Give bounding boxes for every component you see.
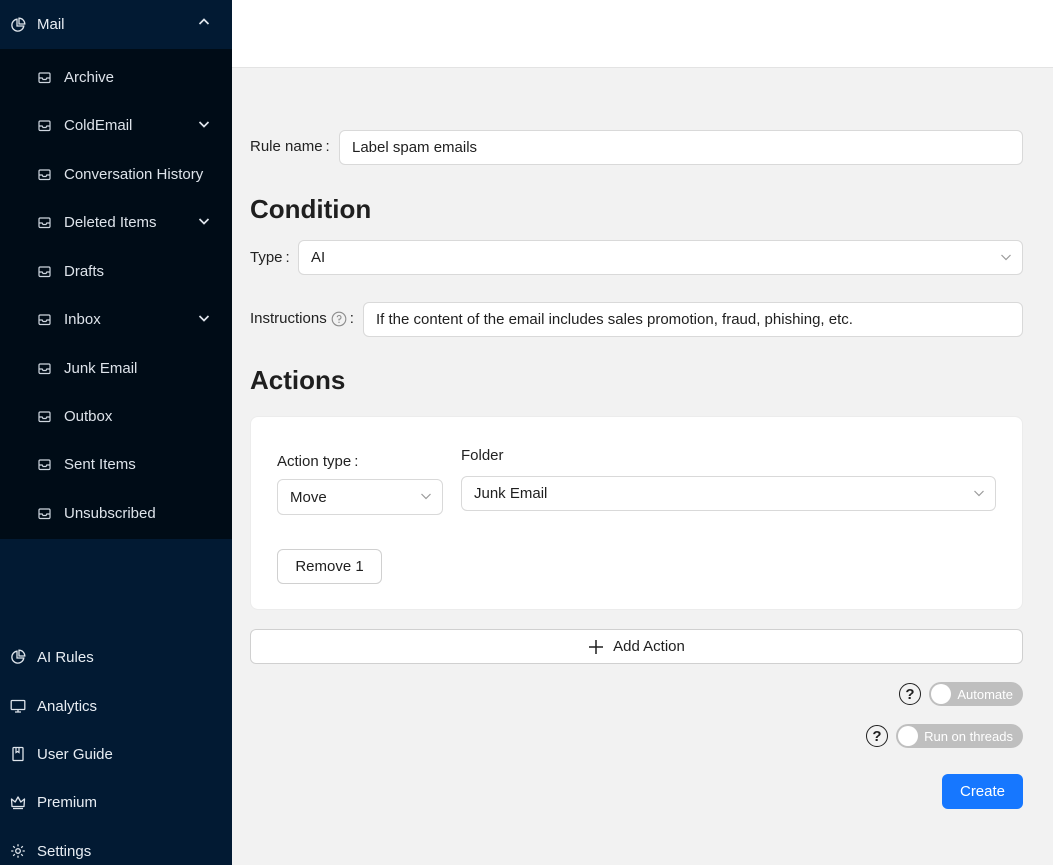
sidebar-item-archive[interactable]: Archive [0, 57, 232, 97]
sidebar-item-unsubscribed[interactable]: Unsubscribed [0, 493, 232, 533]
sidebar-item-sent-items[interactable]: Sent Items [0, 444, 232, 484]
rule-form: Rule name: Label spam emails Condition T… [232, 68, 1053, 865]
toggle-knob [898, 726, 918, 746]
sidebar-item-label: Drafts [64, 262, 105, 280]
book-icon [10, 746, 26, 762]
top-bar [232, 0, 1053, 68]
sidebar-item-user-guide[interactable]: User Guide [0, 734, 232, 774]
sidebar-item-label: Analytics [37, 697, 98, 715]
pie-chart-icon [10, 17, 26, 33]
create-button[interactable]: Create [942, 774, 1023, 809]
sidebar-item-label: User Guide [37, 745, 113, 763]
mail-folder-list: Archive ColdEmail Conversation History D… [0, 49, 232, 539]
inbox-icon [38, 362, 51, 375]
inbox-icon [38, 410, 51, 423]
sidebar-item-label: AI Rules [37, 648, 94, 666]
pie-chart-icon [10, 649, 26, 665]
sidebar-item-analytics[interactable]: Analytics [0, 686, 232, 726]
add-action-label: Add Action [613, 638, 685, 655]
actions-heading: Actions [250, 365, 346, 395]
sidebar-item-coldemail[interactable]: ColdEmail [0, 105, 232, 145]
sidebar-item-drafts[interactable]: Drafts [0, 251, 232, 291]
folder-select-value: Junk Email [474, 485, 548, 502]
instructions-value: If the content of the email includes sal… [376, 311, 853, 328]
instructions-input[interactable]: If the content of the email includes sal… [363, 302, 1023, 337]
add-action-button[interactable]: Add Action [250, 629, 1023, 664]
inbox-icon [38, 168, 51, 181]
chevron-down-icon [420, 491, 432, 501]
sidebar-item-label: ColdEmail [64, 116, 133, 134]
instructions-label: Instructions : [250, 310, 354, 327]
inbox-icon [38, 216, 51, 229]
automate-label: Automate [957, 687, 1013, 702]
action-type-value: Move [290, 488, 327, 506]
sidebar-item-conversation-history[interactable]: Conversation History [0, 154, 232, 194]
sidebar-item-label: Inbox [64, 310, 101, 328]
chevron-down-icon [1000, 252, 1012, 262]
sidebar-item-settings[interactable]: Settings [0, 831, 232, 865]
sidebar-item-label: Deleted Items [64, 213, 157, 231]
run-on-threads-help-icon[interactable]: ? [866, 725, 888, 747]
rule-name-value: Label spam emails [352, 139, 478, 156]
inbox-icon [38, 313, 51, 326]
sidebar-item-junk-email[interactable]: Junk Email [0, 348, 232, 388]
inbox-icon [38, 71, 51, 84]
sidebar-item-label: Outbox [64, 407, 113, 425]
automate-help-icon[interactable]: ? [899, 683, 921, 705]
folder-select[interactable]: Junk Email [461, 476, 996, 511]
sidebar: Mail Archive ColdEmail Conversation Hist… [0, 0, 232, 865]
question-circle-icon[interactable] [331, 311, 347, 327]
action-card: Action type: Move Folder Junk Email Remo… [250, 416, 1023, 610]
sidebar-item-label: Archive [64, 68, 115, 86]
sidebar-item-label: Sent Items [64, 455, 136, 473]
inbox-icon [38, 507, 51, 520]
action-type-label: Action type: [277, 453, 359, 470]
chevron-down-icon [198, 313, 210, 323]
sidebar-item-premium[interactable]: Premium [0, 782, 232, 822]
condition-heading: Condition [250, 194, 372, 224]
sidebar-item-label: Mail [37, 16, 65, 33]
sidebar-item-label: Unsubscribed [64, 504, 156, 522]
sidebar-item-mail[interactable]: Mail [0, 0, 232, 49]
desktop-icon [10, 698, 26, 714]
sidebar-item-label: Premium [37, 793, 98, 811]
type-label: Type: [250, 249, 290, 266]
chevron-down-icon [973, 488, 985, 498]
run-on-threads-label: Run on threads [924, 729, 1013, 744]
chevron-down-icon [198, 216, 210, 226]
sidebar-item-label: Settings [37, 842, 92, 860]
inbox-icon [38, 119, 51, 132]
run-on-threads-toggle[interactable]: Run on threads [896, 724, 1023, 748]
type-select[interactable]: AI [298, 240, 1023, 275]
sidebar-item-inbox[interactable]: Inbox [0, 299, 232, 339]
inbox-icon [38, 265, 51, 278]
crown-icon [10, 794, 26, 810]
chevron-up-icon [198, 17, 210, 27]
sidebar-item-ai-rules[interactable]: AI Rules [0, 637, 232, 677]
sidebar-item-label: Junk Email [64, 359, 138, 377]
folder-label: Folder [461, 447, 504, 464]
sidebar-item-deleted-items[interactable]: Deleted Items [0, 202, 232, 242]
sidebar-item-label: Conversation History [64, 165, 204, 183]
chevron-down-icon [198, 119, 210, 129]
inbox-icon [38, 458, 51, 471]
sidebar-item-outbox[interactable]: Outbox [0, 396, 232, 436]
gear-icon [10, 843, 26, 859]
action-type-select[interactable]: Move [277, 479, 443, 515]
plus-icon [588, 639, 604, 655]
rule-name-input[interactable]: Label spam emails [339, 130, 1023, 165]
remove-action-button[interactable]: Remove 1 [277, 549, 382, 584]
type-select-value: AI [311, 249, 326, 266]
automate-toggle[interactable]: Automate [929, 682, 1023, 706]
rule-name-label: Rule name: [250, 138, 330, 155]
toggle-knob [931, 684, 951, 704]
